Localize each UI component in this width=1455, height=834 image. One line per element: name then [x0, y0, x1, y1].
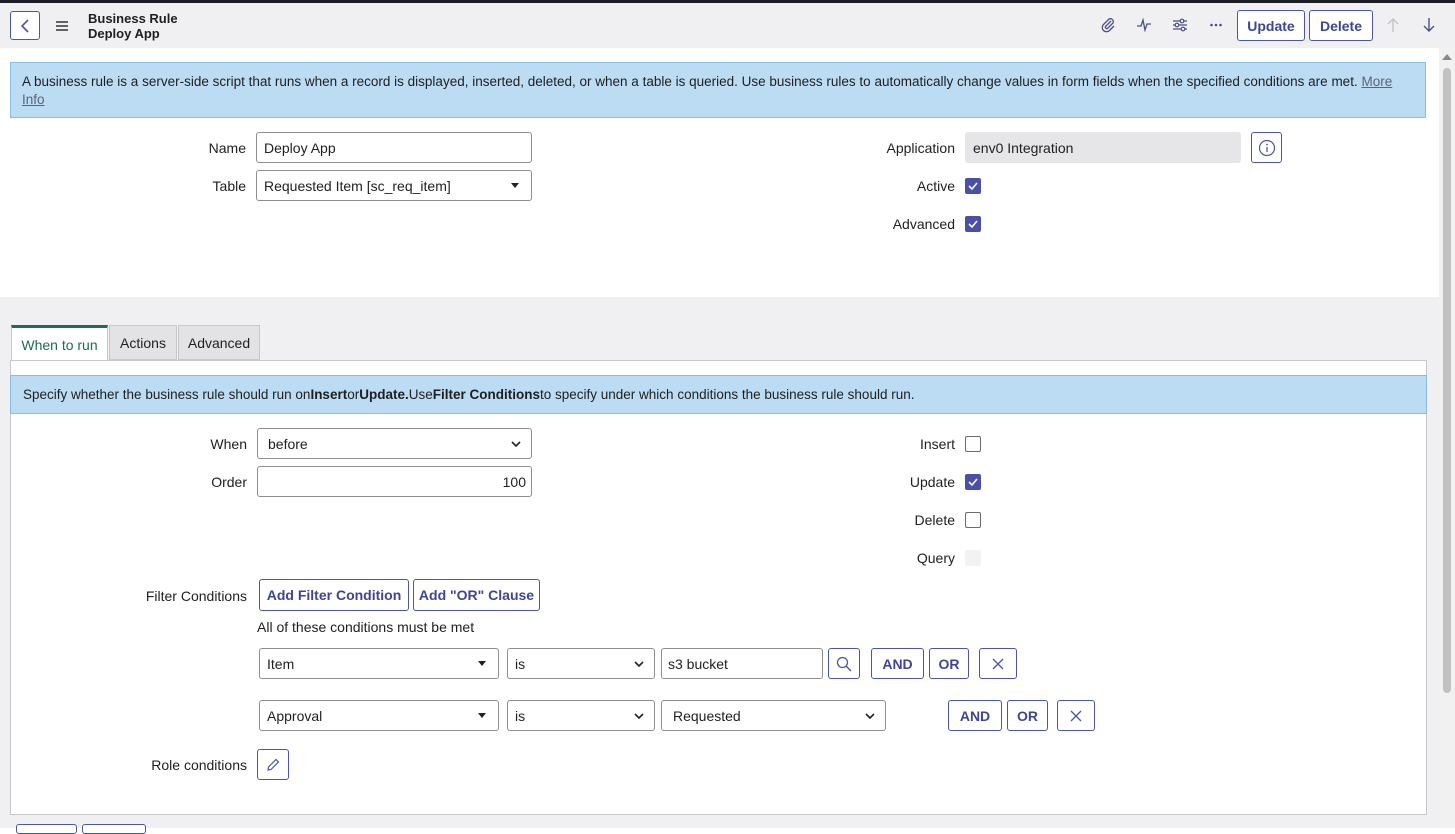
info-banner: A business rule is a server-side script …: [10, 62, 1426, 118]
form-header: Business Rule Deploy App Update Delete: [0, 3, 1455, 48]
page-title: Business Rule Deploy App: [88, 11, 178, 41]
arrow-up-icon[interactable]: [1384, 16, 1402, 34]
update-label: Update: [909, 474, 955, 490]
condition-field-select[interactable]: Approval: [259, 700, 499, 731]
add-filter-condition-button[interactable]: Add Filter Condition: [259, 579, 409, 611]
record-name: Deploy App: [88, 26, 160, 41]
checkmark-icon: [968, 182, 978, 191]
banner-text: or: [347, 387, 360, 402]
and-button[interactable]: AND: [871, 648, 924, 679]
condition-value-select[interactable]: Requested: [661, 700, 886, 731]
update-checkbox[interactable]: [965, 474, 981, 490]
application-label: Application: [886, 140, 956, 156]
banner-insert: Insert: [310, 387, 348, 402]
role-conditions-label: Role conditions: [151, 757, 247, 773]
edit-role-conditions-button[interactable]: [257, 749, 289, 780]
chevron-down-icon: [634, 660, 644, 667]
active-checkbox[interactable]: [965, 178, 981, 194]
update-button[interactable]: Update: [1237, 10, 1305, 41]
add-or-clause-button[interactable]: Add "OR" Clause: [413, 579, 540, 611]
more-icon[interactable]: [1207, 16, 1225, 34]
or-button[interactable]: OR: [929, 648, 969, 679]
search-icon: [836, 656, 852, 671]
tab-advanced[interactable]: Advanced: [178, 325, 260, 360]
caret-down-icon: [478, 660, 486, 666]
when-select[interactable]: before: [257, 428, 532, 459]
banner-filter: Filter Conditions: [432, 387, 540, 402]
advanced-checkbox[interactable]: [965, 216, 981, 232]
condition-field-value: Item: [267, 655, 295, 672]
record-type: Business Rule: [88, 11, 178, 26]
condition-value-input[interactable]: s3 bucket: [661, 648, 823, 679]
condition-operator-select[interactable]: is: [507, 700, 655, 731]
query-checkbox: [965, 550, 981, 566]
name-input[interactable]: Deploy App: [256, 132, 532, 163]
filter-conditions-label: Filter Conditions: [145, 588, 247, 604]
condition-operator-select[interactable]: is: [507, 648, 655, 679]
chevron-left-icon: [20, 18, 29, 33]
caret-down-icon: [511, 182, 519, 188]
bottom-button-partial[interactable]: [82, 824, 146, 834]
chevron-down-icon: [865, 712, 875, 719]
info-text: A business rule is a server-side script …: [22, 74, 1362, 89]
banner-text: Specify whether the business rule should…: [23, 387, 311, 402]
tab-when-to-run[interactable]: When to run: [11, 325, 108, 361]
banner-update: Update.: [359, 387, 409, 402]
when-to-run-banner: Specify whether the business rule should…: [10, 375, 1427, 414]
application-field: env0 Integration: [965, 132, 1241, 163]
banner-text: to specify under which conditions the bu…: [540, 387, 915, 402]
condition-field-select[interactable]: Item: [259, 648, 499, 679]
table-select-value: Requested Item [sc_req_item]: [264, 177, 451, 194]
remove-condition-button[interactable]: [1057, 700, 1095, 731]
vertical-scrollbar[interactable]: [1439, 48, 1455, 828]
arrow-down-icon[interactable]: [1420, 16, 1438, 34]
checkmark-icon: [968, 478, 978, 487]
name-label: Name: [208, 140, 246, 156]
insert-label: Insert: [919, 436, 955, 452]
remove-condition-button[interactable]: [979, 648, 1017, 679]
delete-checkbox[interactable]: [965, 512, 981, 528]
close-icon: [1070, 710, 1082, 721]
insert-checkbox[interactable]: [965, 436, 981, 452]
scroll-up-icon[interactable]: [1442, 54, 1452, 60]
scrollbar-thumb[interactable]: [1443, 68, 1451, 693]
chevron-down-icon: [634, 712, 644, 719]
sliders-icon[interactable]: [1171, 16, 1189, 34]
table-label: Table: [212, 178, 246, 194]
caret-down-icon: [478, 712, 486, 718]
query-label: Query: [916, 550, 955, 566]
application-info-button[interactable]: [1251, 132, 1282, 163]
delete-button[interactable]: Delete: [1309, 10, 1373, 41]
condition-operator-value: is: [515, 707, 526, 724]
chevron-down-icon: [511, 440, 521, 447]
and-button[interactable]: AND: [948, 700, 1002, 731]
info-icon: [1258, 139, 1275, 156]
back-button[interactable]: [10, 11, 40, 40]
condition-field-value: Approval: [267, 707, 323, 724]
conditions-note: All of these conditions must be met: [257, 619, 475, 635]
condition-operator-value: is: [515, 655, 526, 672]
activity-icon[interactable]: [1135, 16, 1153, 34]
close-icon: [992, 658, 1004, 669]
order-label: Order: [211, 474, 247, 490]
lookup-button[interactable]: [828, 648, 860, 679]
checkmark-icon: [968, 220, 978, 229]
order-input[interactable]: 100: [257, 466, 532, 497]
when-label: When: [210, 436, 247, 452]
condition-value: Requested: [673, 707, 741, 724]
menu-icon[interactable]: [56, 19, 68, 33]
banner-text: Use: [408, 387, 433, 402]
advanced-label: Advanced: [892, 216, 955, 232]
delete-label: Delete: [914, 512, 955, 528]
tab-actions[interactable]: Actions: [109, 325, 177, 360]
active-label: Active: [916, 178, 955, 194]
section-separator: [0, 297, 1439, 325]
pencil-icon: [267, 758, 280, 771]
or-button[interactable]: OR: [1007, 700, 1048, 731]
table-select[interactable]: Requested Item [sc_req_item]: [256, 170, 532, 201]
paperclip-icon[interactable]: [1099, 16, 1117, 34]
when-select-value: before: [268, 435, 308, 452]
bottom-button-partial[interactable]: [16, 824, 77, 834]
